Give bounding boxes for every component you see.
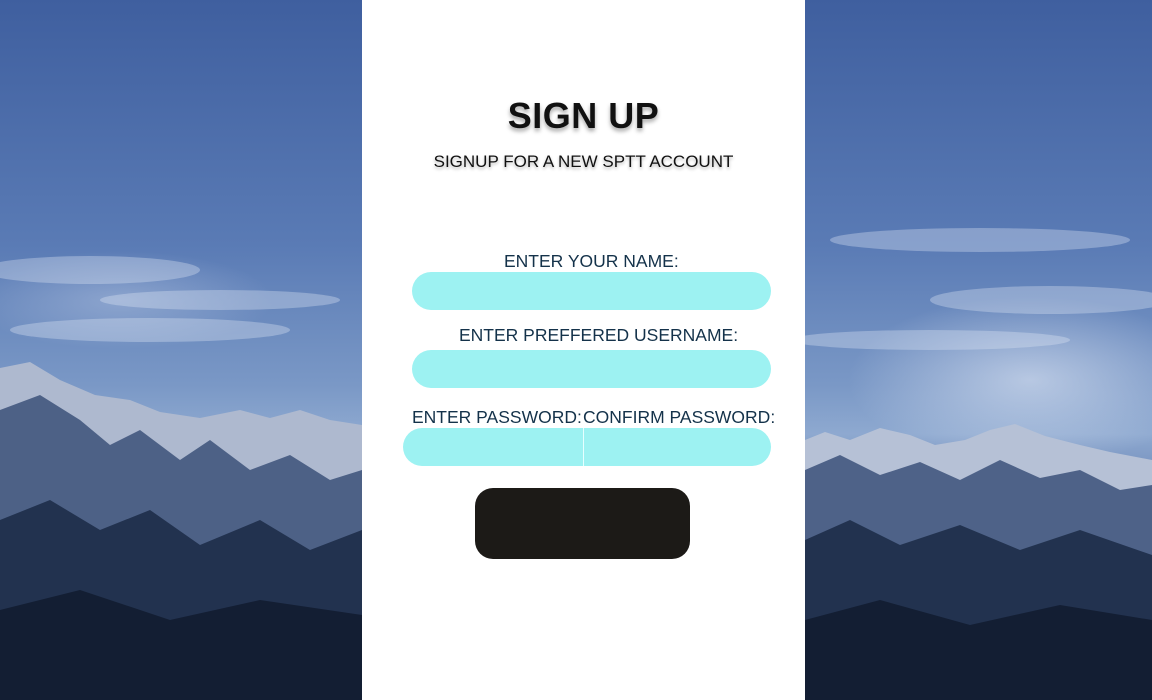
password-input[interactable] xyxy=(403,428,583,466)
password-label: ENTER PASSWORD: xyxy=(412,407,582,427)
name-input[interactable] xyxy=(412,272,771,310)
page-subtitle: SIGNUP FOR A NEW SPTT ACCOUNT xyxy=(433,152,734,171)
confirm-password-label: CONFIRM PASSWORD: xyxy=(583,407,776,427)
username-label: ENTER PREFFERED USERNAME: xyxy=(459,325,739,345)
signup-submit-button[interactable] xyxy=(475,488,690,559)
page-title: SIGN UP xyxy=(507,95,660,136)
confirm-password-input[interactable] xyxy=(584,428,771,466)
signup-panel: SIGN UP SIGNUP FOR A NEW SPTT ACCOUNT EN… xyxy=(362,0,805,700)
name-label: ENTER YOUR NAME: xyxy=(504,251,679,271)
username-input[interactable] xyxy=(412,350,771,388)
